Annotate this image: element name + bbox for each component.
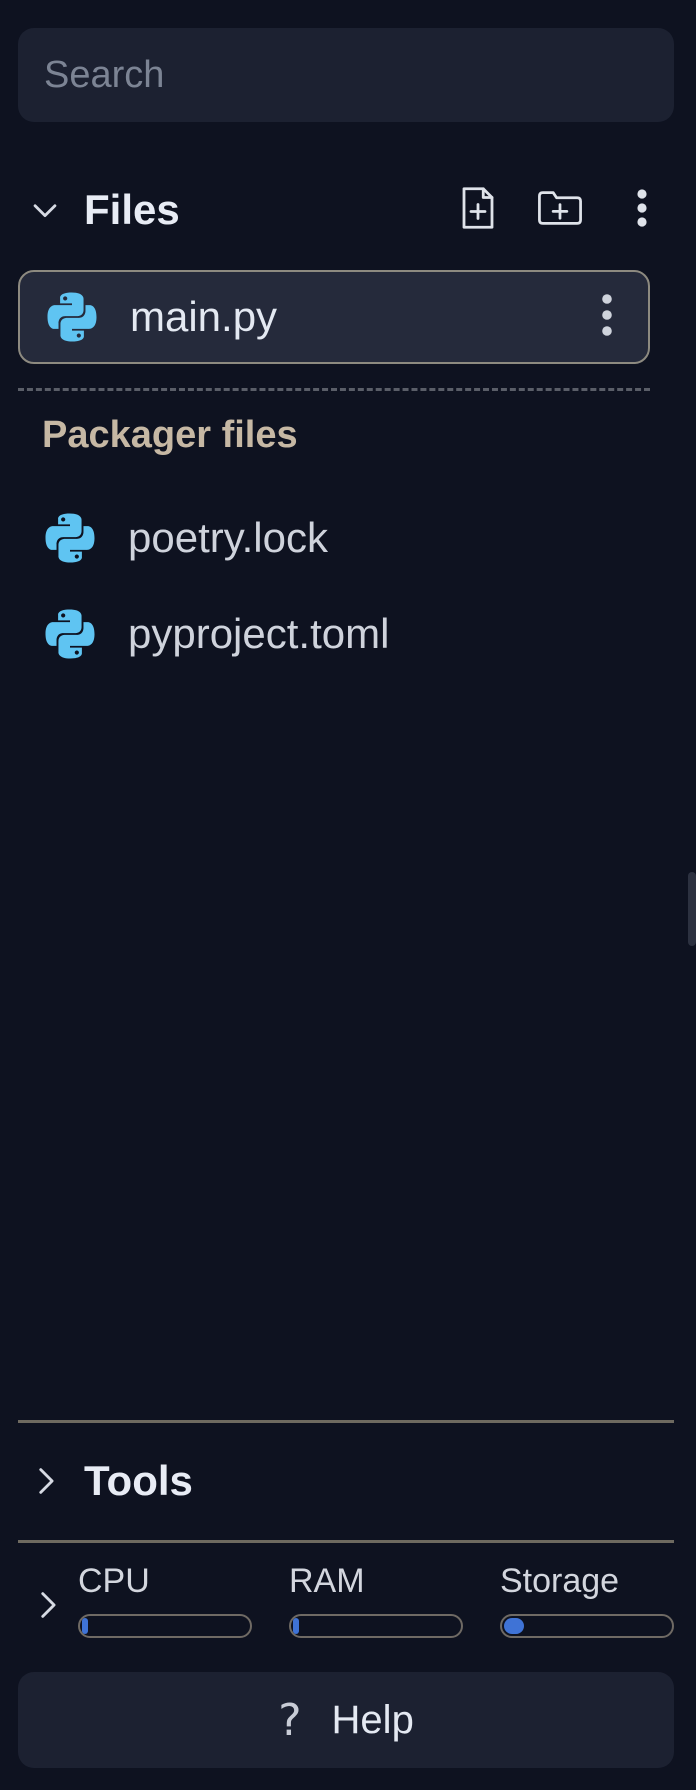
file-name: pyproject.toml: [128, 610, 390, 657]
tools-divider: [18, 1420, 674, 1423]
file-item-pyproject-toml[interactable]: pyproject.toml: [18, 587, 650, 681]
cpu-bar-fill: [82, 1618, 88, 1634]
file-name: poetry.lock: [128, 514, 328, 561]
files-header: Files: [18, 170, 674, 250]
tools-section-header[interactable]: Tools: [18, 1444, 674, 1518]
resource-usage[interactable]: CPU RAM Storage: [18, 1556, 674, 1652]
scrollbar-thumb[interactable]: [688, 872, 696, 946]
packager-files-title: Packager files: [42, 414, 298, 456]
files-more-button[interactable]: [610, 178, 674, 242]
cpu-label: CPU: [78, 1562, 150, 1600]
files-section-title[interactable]: Files: [84, 186, 428, 234]
cpu-bar: [78, 1614, 252, 1638]
ram-bar-fill: [293, 1618, 299, 1634]
question-icon: ?: [278, 1694, 302, 1746]
storage-bar: [500, 1614, 674, 1638]
storage-label: Storage: [500, 1562, 620, 1600]
python-icon: [44, 289, 100, 345]
more-vertical-icon: [601, 293, 613, 342]
python-icon: [42, 606, 98, 662]
file-plus-icon: [457, 185, 499, 236]
python-icon: [42, 510, 98, 566]
new-file-button[interactable]: [446, 178, 510, 242]
file-more-button[interactable]: [582, 282, 632, 352]
search-input[interactable]: [42, 52, 674, 98]
cpu-meter: CPU: [78, 1556, 252, 1638]
file-name: main.py: [130, 293, 278, 340]
chevron-right-icon: [20, 1456, 70, 1506]
resources-divider: [18, 1540, 674, 1543]
ram-bar: [289, 1614, 463, 1638]
storage-bar-fill: [504, 1618, 524, 1634]
folder-plus-icon: [536, 188, 584, 233]
chevron-right-icon[interactable]: [22, 1580, 72, 1630]
more-vertical-icon: [636, 188, 648, 233]
file-sidebar: Files: [0, 0, 696, 1790]
storage-meter: Storage: [500, 1556, 674, 1638]
help-label: Help: [331, 1697, 414, 1742]
tools-title: Tools: [84, 1457, 193, 1504]
ram-meter: RAM: [289, 1556, 463, 1638]
chevron-down-icon[interactable]: [20, 185, 70, 235]
ram-label: RAM: [289, 1562, 365, 1600]
section-divider: [18, 388, 650, 391]
search-box[interactable]: [18, 28, 674, 122]
help-button[interactable]: ? Help: [18, 1672, 674, 1768]
file-item-poetry-lock[interactable]: poetry.lock: [18, 491, 650, 585]
file-item-main-py[interactable]: main.py: [18, 270, 650, 364]
new-folder-button[interactable]: [528, 178, 592, 242]
